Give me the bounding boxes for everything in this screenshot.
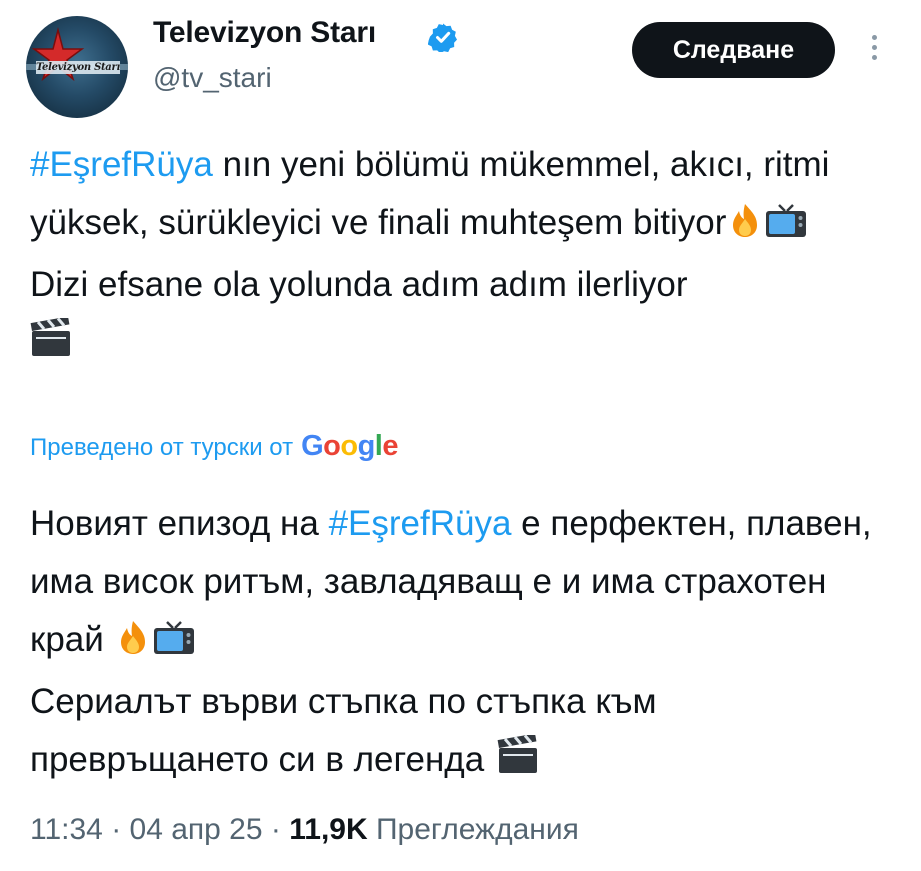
translated-hashtag-link[interactable]: #EşrefRüya [329, 504, 512, 543]
tweet-date[interactable]: 04 апр 25 [130, 813, 263, 846]
vertical-ellipsis-icon[interactable] [864, 30, 884, 74]
display-name[interactable]: Televizyon Starı [153, 16, 376, 50]
television-emoji [764, 198, 808, 256]
tweet-text: #EşrefRüya nın yeni bölümü mükemmel, akı… [30, 136, 890, 376]
avatar[interactable]: Televizyon Starı [26, 16, 128, 118]
meta-separator: · [262, 813, 290, 846]
translated-text: Новият епизод на #EşrefRüya е перфектен,… [30, 495, 900, 793]
tweet-time[interactable]: 11:34 [30, 813, 103, 846]
tweet-meta: 11:34 · 04 апр 25 · 11,9K Преглеждания [30, 813, 579, 847]
clapper-board-emoji [497, 733, 539, 793]
views-label[interactable]: Преглеждания [368, 813, 579, 846]
follow-button[interactable]: Следване [632, 22, 835, 78]
tweet-header: Televizyon Starı Televizyon Starı @tv_st… [0, 0, 921, 120]
account-handle[interactable]: @tv_stari [153, 62, 272, 94]
television-emoji [152, 615, 196, 673]
translation-notice[interactable]: Преведено от турски от Google [30, 430, 398, 463]
clapper-board-emoji [30, 316, 72, 376]
fire-emoji [729, 198, 761, 256]
views-count[interactable]: 11,9K [289, 813, 367, 846]
fire-emoji [117, 615, 149, 673]
google-logo: Google [301, 430, 398, 462]
translated-text-line2: Сериалът върви стъпка по стъпка към прев… [30, 682, 657, 779]
hashtag-link[interactable]: #EşrefRüya [30, 145, 213, 184]
verified-badge-icon [428, 23, 457, 52]
translated-text-part1: Новият епизод на [30, 504, 329, 543]
meta-separator: · [102, 813, 130, 846]
translation-notice-label: Преведено от турски от [30, 434, 294, 461]
avatar-logo-text: Televizyon Starı [36, 61, 120, 74]
tweet-text-line2: Dizi efsane ola yolunda adım adım ilerli… [30, 265, 688, 304]
